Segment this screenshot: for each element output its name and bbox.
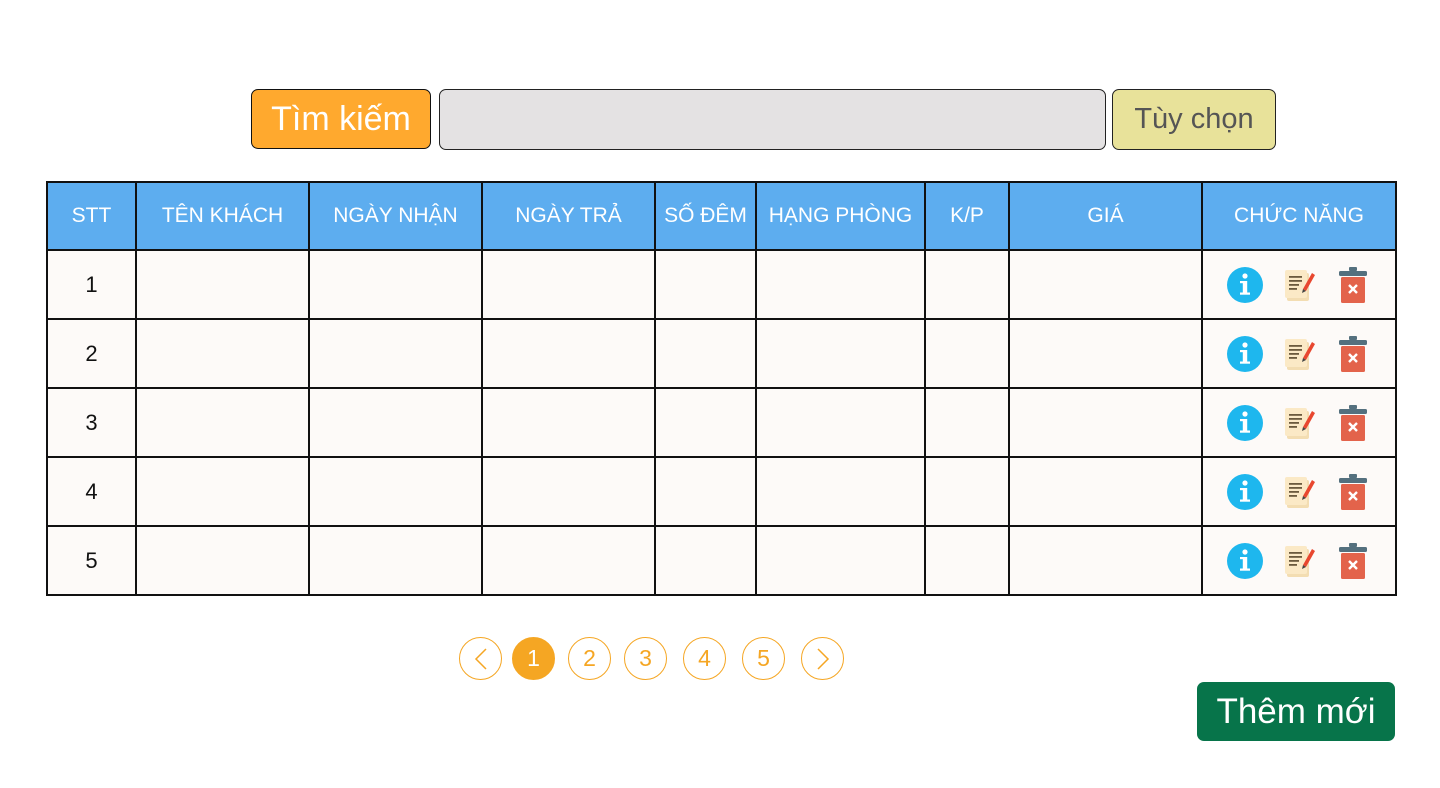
cell-kp [924,525,1010,596]
page-button-3[interactable]: 3 [624,637,667,680]
cell-so-dem [654,525,757,596]
row-actions [1203,335,1395,373]
page-button-5[interactable]: 5 [742,637,785,680]
cell-ngay-nhan [308,318,483,389]
cell-so-dem [654,456,757,527]
options-button[interactable]: Tùy chọn [1112,89,1276,150]
cell-ngay-tra [481,456,656,527]
cell-stt: 4 [46,456,137,527]
cell-ngay-nhan [308,387,483,458]
chevron-left-icon [474,647,487,670]
edit-icon[interactable] [1280,404,1318,442]
cell-hang-phong [755,318,926,389]
cell-kp [924,387,1010,458]
delete-icon[interactable] [1334,473,1372,511]
row-actions [1203,404,1395,442]
next-page-button[interactable] [801,637,844,680]
cell-so-dem [654,318,757,389]
cell-stt: 2 [46,318,137,389]
table-header-row: STT TÊN KHÁCH NGÀY NHẬN NGÀY TRẢ SỐ ĐÊM … [46,181,1397,251]
booking-table: STT TÊN KHÁCH NGÀY NHẬN NGÀY TRẢ SỐ ĐÊM … [46,181,1397,596]
cell-ten-khach [135,249,310,320]
table-row: 2 [46,318,1397,389]
table-row: 1 [46,249,1397,320]
cell-ngay-tra [481,525,656,596]
chevron-right-icon [816,647,829,670]
header-ngay-tra: NGÀY TRẢ [481,181,656,251]
cell-hang-phong [755,387,926,458]
row-actions [1203,266,1395,304]
cell-actions [1201,456,1397,527]
cell-ten-khach [135,456,310,527]
cell-kp [924,456,1010,527]
cell-ten-khach [135,318,310,389]
cell-stt: 1 [46,249,137,320]
cell-actions [1201,249,1397,320]
header-chuc-nang: CHỨC NĂNG [1201,181,1397,251]
cell-ngay-nhan [308,456,483,527]
edit-icon[interactable] [1280,266,1318,304]
header-stt: STT [46,181,137,251]
cell-hang-phong [755,456,926,527]
search-button[interactable]: Tìm kiếm [251,89,431,149]
header-kp: K/P [924,181,1010,251]
info-icon[interactable] [1226,542,1264,580]
cell-actions [1201,318,1397,389]
header-hang-phong: HẠNG PHÒNG [755,181,926,251]
cell-ten-khach [135,387,310,458]
cell-ngay-tra [481,249,656,320]
cell-so-dem [654,249,757,320]
cell-gia [1008,525,1203,596]
edit-icon[interactable] [1280,335,1318,373]
cell-kp [924,249,1010,320]
cell-hang-phong [755,525,926,596]
table-row: 3 [46,387,1397,458]
delete-icon[interactable] [1334,266,1372,304]
info-icon[interactable] [1226,404,1264,442]
cell-stt: 3 [46,387,137,458]
cell-gia [1008,456,1203,527]
cell-stt: 5 [46,525,137,596]
cell-ngay-nhan [308,525,483,596]
delete-icon[interactable] [1334,542,1372,580]
info-icon[interactable] [1226,473,1264,511]
cell-gia [1008,318,1203,389]
row-actions [1203,542,1395,580]
search-input[interactable] [439,89,1106,150]
prev-page-button[interactable] [459,637,502,680]
delete-icon[interactable] [1334,404,1372,442]
cell-kp [924,318,1010,389]
cell-actions [1201,525,1397,596]
edit-icon[interactable] [1280,542,1318,580]
header-so-dem: SỐ ĐÊM [654,181,757,251]
header-ngay-nhan: NGÀY NHẬN [308,181,483,251]
row-actions [1203,473,1395,511]
cell-ten-khach [135,525,310,596]
page-button-2[interactable]: 2 [568,637,611,680]
cell-ngay-tra [481,387,656,458]
table-row: 5 [46,525,1397,596]
info-icon[interactable] [1226,335,1264,373]
table-row: 4 [46,456,1397,527]
page-button-4[interactable]: 4 [683,637,726,680]
page-button-1[interactable]: 1 [512,637,555,680]
cell-so-dem [654,387,757,458]
delete-icon[interactable] [1334,335,1372,373]
cell-hang-phong [755,249,926,320]
cell-actions [1201,387,1397,458]
cell-ngay-nhan [308,249,483,320]
add-new-button[interactable]: Thêm mới [1197,682,1395,741]
cell-gia [1008,249,1203,320]
cell-gia [1008,387,1203,458]
cell-ngay-tra [481,318,656,389]
info-icon[interactable] [1226,266,1264,304]
header-ten-khach: TÊN KHÁCH [135,181,310,251]
edit-icon[interactable] [1280,473,1318,511]
header-gia: GIÁ [1008,181,1203,251]
